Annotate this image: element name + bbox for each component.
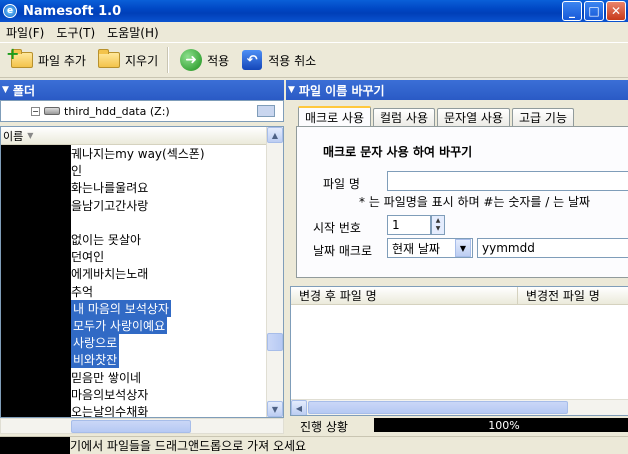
- scroll-left-icon[interactable]: ◀: [291, 400, 307, 415]
- cancel-apply-label: 적용 취소: [268, 53, 317, 68]
- file-name: 화는나를울려요: [71, 181, 149, 196]
- file-name: 내 마음의 보석상자: [71, 299, 171, 317]
- rename-tabs: 매크로 사용 컬럼 사용 문자열 사용 고급 기능: [298, 106, 576, 126]
- folder-panel-title: 폴더: [12, 83, 36, 98]
- file-name: 비와찻잔: [71, 351, 120, 369]
- file-name: 추억: [71, 284, 94, 299]
- file-name: 모두가 사랑이예요: [71, 316, 168, 334]
- start-number-input[interactable]: 1: [387, 215, 431, 235]
- folder-tree[interactable]: − third_hdd_data (Z:): [0, 100, 284, 122]
- chevron-down-icon[interactable]: ▼: [455, 239, 471, 257]
- delete-label: 지우기: [124, 53, 159, 68]
- window-title: Namesoft 1.0: [23, 3, 122, 19]
- title-bar: e Namesoft 1.0 _ □ ✕: [0, 0, 628, 22]
- grid-col-before[interactable]: 변경전 파일 명: [518, 287, 628, 304]
- grid-hscroll-thumb[interactable]: [308, 401, 568, 414]
- grid-header: 변경 후 파일 명 변경전 파일 명: [291, 287, 628, 305]
- section-title: 매크로 문자 사용 하여 바꾸기: [323, 145, 473, 159]
- undo-icon: ↶: [239, 48, 265, 72]
- scroll-down-icon[interactable]: ▼: [267, 401, 283, 417]
- start-number-label: 시작 번호: [313, 221, 361, 235]
- tab-macro[interactable]: 매크로 사용: [298, 106, 372, 126]
- rename-panel: ▼ 파일 이름 바꾸기 매크로 사용 컬럼 사용 문자열 사용 고급 기능 매크…: [286, 80, 628, 436]
- start-number-stepper[interactable]: ▲ ▼: [431, 215, 445, 235]
- file-name: 없이는 못살아: [71, 233, 142, 248]
- folder-panel: ▼ 폴더 − third_hdd_data (Z:) 이름 ▼ 궤나지는my w…: [0, 80, 284, 436]
- collapse-icon: ▼: [2, 85, 9, 95]
- cancel-apply-button[interactable]: ↶ 적용 취소: [234, 45, 321, 75]
- macro-tab-body: 매크로 문자 사용 하여 바꾸기 파일 명 * 는 파일명을 표시 하며 #는 …: [296, 126, 628, 278]
- rename-panel-header[interactable]: ▼ 파일 이름 바꾸기: [286, 80, 628, 100]
- file-name: 오는날의수채화: [71, 404, 149, 418]
- rename-panel-title: 파일 이름 바꾸기: [298, 83, 385, 98]
- file-name: 믿음만 쌓이네: [71, 370, 142, 385]
- add-folder-icon: +: [6, 44, 35, 72]
- status-text: 기에서 파일들을 드래그앤드롭으로 가져 오세요: [70, 439, 307, 453]
- status-bar: 기에서 파일들을 드래그앤드롭으로 가져 오세요: [0, 436, 628, 454]
- file-name: 마음의보석상자: [71, 387, 149, 402]
- app-icon: e: [3, 4, 17, 18]
- progress-label: 진행 상황: [300, 420, 348, 434]
- folder-panel-header[interactable]: ▼ 폴더: [0, 80, 284, 100]
- file-name: 던여인: [71, 250, 105, 265]
- file-name-label: 파일 명: [323, 177, 360, 191]
- file-list-vscroll[interactable]: ▲ ▼: [266, 127, 283, 417]
- file-list-hscroll[interactable]: [0, 418, 284, 434]
- rename-preview-grid[interactable]: 변경 후 파일 명 변경전 파일 명 ◀: [290, 286, 628, 416]
- redacted-region: [0, 437, 70, 454]
- sort-arrow-icon: ▼: [27, 131, 34, 140]
- menu-help[interactable]: 도움말(H): [101, 24, 165, 41]
- file-list[interactable]: 이름 ▼ 궤나지는my way(섹스폰) 인화는나를울려요을남기고간사랑없이는 못…: [0, 126, 284, 418]
- tab-advanced[interactable]: 고급 기능: [512, 108, 574, 126]
- minimize-button[interactable]: _: [562, 1, 582, 21]
- scroll-thumb[interactable]: [267, 333, 283, 351]
- collapse-icon: ▼: [288, 85, 295, 95]
- toolbar: + 파일 추가 지우기 ➜ 적용 ↶ 적용 취소: [0, 42, 628, 78]
- tab-column[interactable]: 컬럼 사용: [373, 108, 435, 126]
- progress-row: 진행 상황 100%: [286, 416, 628, 434]
- file-name-input[interactable]: [387, 171, 628, 191]
- file-name: 인: [71, 164, 83, 179]
- maximize-button[interactable]: □: [584, 1, 604, 21]
- add-file-button[interactable]: + 파일 추가: [4, 44, 91, 75]
- toolbar-separator: [167, 47, 170, 73]
- folder-icon: [96, 48, 122, 72]
- tree-scroll-handle[interactable]: [257, 105, 275, 117]
- close-button[interactable]: ✕: [606, 1, 626, 21]
- file-name: 사랑으로: [71, 334, 120, 352]
- file-name: 궤나지는my way(섹스폰): [71, 147, 205, 162]
- drive-label[interactable]: third_hdd_data (Z:): [64, 105, 170, 118]
- grid-hscroll[interactable]: ◀: [291, 399, 628, 415]
- apply-button[interactable]: ➜ 적용: [173, 45, 234, 75]
- grid-col-after[interactable]: 변경 후 파일 명: [291, 287, 518, 304]
- add-file-label: 파일 추가: [38, 53, 86, 68]
- arrow-right-icon: ➜: [178, 48, 204, 72]
- delete-button[interactable]: 지우기: [91, 45, 163, 75]
- date-macro-label: 날짜 매크로: [313, 244, 373, 258]
- apply-label: 적용: [207, 53, 230, 68]
- drive-icon: [44, 107, 60, 115]
- date-format-input[interactable]: yymmdd: [477, 238, 628, 258]
- tree-expand-icon[interactable]: −: [31, 106, 40, 116]
- redacted-region: [1, 145, 71, 417]
- file-name: 에게바치는노래: [71, 267, 149, 282]
- menu-file[interactable]: 파일(F): [0, 24, 50, 41]
- hscroll-thumb[interactable]: [71, 420, 191, 433]
- file-name: 을남기고간사랑: [71, 198, 149, 213]
- menu-bar: 파일(F) 도구(T) 도움말(H): [0, 22, 628, 42]
- scroll-up-icon[interactable]: ▲: [267, 127, 283, 143]
- macro-hint: * 는 파일명을 표시 하며 #는 숫자를 / 는 날짜: [359, 195, 591, 209]
- menu-tools[interactable]: 도구(T): [50, 24, 101, 41]
- name-column-header[interactable]: 이름 ▼: [1, 127, 283, 145]
- tab-string[interactable]: 문자열 사용: [437, 108, 511, 126]
- progress-bar: 100%: [374, 418, 628, 432]
